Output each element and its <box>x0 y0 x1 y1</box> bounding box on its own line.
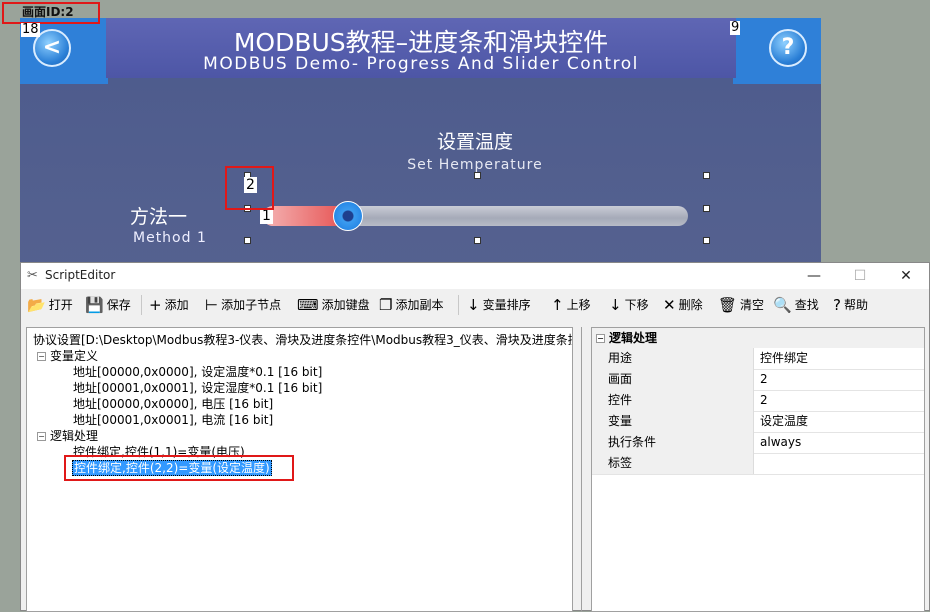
folder-open-icon: 📂 <box>27 296 46 314</box>
screen-id-label: 画面ID:2 <box>2 2 100 24</box>
add-button[interactable]: + 添加 <box>149 295 189 315</box>
collapse-icon[interactable]: − <box>596 334 605 343</box>
trash-icon: 🗑 <box>718 296 738 314</box>
window-title: ScriptEditor <box>45 268 116 282</box>
property-category[interactable]: − 逻辑处理 <box>592 328 924 348</box>
arrow-up-icon: ↑ <box>551 296 564 314</box>
plus-icon: + <box>149 296 162 314</box>
script-editor-window: ✂ ScriptEditor — ☐ ✕ 📂 打开 💾 保存 + 添加 ⊢ 添加子节点 … <box>20 262 930 612</box>
add-keyboard-button[interactable]: ⌨ 添加键盘 <box>297 295 370 315</box>
selection-handle[interactable] <box>474 172 481 179</box>
property-row[interactable]: 控件 2 <box>592 390 924 412</box>
property-row[interactable]: 变量 设定温度 <box>592 411 924 433</box>
add-child-icon: ⊢ <box>205 296 219 314</box>
tree-var-item[interactable]: 地址[00001,0x0001], 电流 [16 bit] <box>73 413 273 428</box>
toolbar-separator <box>141 295 142 315</box>
add-child-node-button[interactable]: ⊢ 添加子节点 <box>205 295 281 315</box>
toolbar-separator <box>458 295 459 315</box>
tools-icon: ✂ <box>27 268 38 283</box>
property-row[interactable]: 用途 控件绑定 <box>592 348 924 370</box>
help-button[interactable]: ? <box>769 29 807 67</box>
minimize-button[interactable]: — <box>791 263 837 289</box>
clear-button[interactable]: 🗑 清空 <box>718 295 764 315</box>
selection-handle[interactable] <box>703 172 710 179</box>
temperature-slider[interactable] <box>263 201 688 231</box>
tree-var-item[interactable]: 地址[00001,0x0001], 设定湿度*0.1 [16 bit] <box>73 381 322 396</box>
toolbar: 📂 打开 💾 保存 + 添加 ⊢ 添加子节点 ⌨ 添加键盘 ❐ 添加副本 ↓ 变量排序 ↑ 上移… <box>21 289 929 319</box>
arrow-down-icon: ↓ <box>609 296 622 314</box>
open-button[interactable]: 📂 打开 <box>27 295 73 315</box>
hmi-title-en: MODBUS Demo- Progress And Slider Control <box>203 54 639 74</box>
move-up-button[interactable]: ↑ 上移 <box>551 295 591 315</box>
selection-handle[interactable] <box>703 237 710 244</box>
copy-icon: ❐ <box>379 296 393 314</box>
method-label-en: Method 1 <box>133 230 207 246</box>
variable-sort-button[interactable]: ↓ 变量排序 <box>467 295 531 315</box>
back-arrow-icon: < <box>42 35 62 60</box>
tree-var-item[interactable]: 地址[00000,0x0000], 设定温度*0.1 [16 bit] <box>73 365 322 380</box>
find-button[interactable]: 🔍 查找 <box>773 295 819 315</box>
property-row[interactable]: 标签 <box>592 453 924 475</box>
method-label-cn: 方法一 <box>130 206 188 228</box>
selection-handle[interactable] <box>474 237 481 244</box>
config-tree[interactable]: 协议设置[D:\Desktop\Modbus教程3-仪表、滑块及进度条控件\Mo… <box>26 327 573 612</box>
highlight-box-selected-item <box>64 455 294 481</box>
property-grid[interactable]: − 逻辑处理 用途 控件绑定 画面 2 控件 2 变量 设定温度 执行条件 always 标… <box>591 327 925 612</box>
add-copy-button[interactable]: ❐ 添加副本 <box>379 295 443 315</box>
set-temperature-label-en: Set Hemperature <box>407 157 543 173</box>
close-button[interactable]: ✕ <box>883 263 929 289</box>
sort-icon: ↓ <box>467 296 480 314</box>
set-temperature-label-cn: 设置温度 <box>436 131 513 153</box>
slider-knob[interactable] <box>333 201 363 231</box>
progress-control-id: 1 <box>260 208 273 224</box>
maximize-button[interactable]: ☐ <box>837 263 883 289</box>
highlight-box-slider-id <box>225 166 274 210</box>
save-icon: 💾 <box>85 296 104 314</box>
move-down-button[interactable]: ↓ 下移 <box>609 295 649 315</box>
tree-group-variables[interactable]: − 变量定义 <box>37 349 98 364</box>
window-titlebar[interactable]: ✂ ScriptEditor — ☐ ✕ <box>21 263 929 289</box>
selection-handle[interactable] <box>244 237 251 244</box>
question-icon: ? <box>833 296 841 314</box>
save-button[interactable]: 💾 保存 <box>85 295 131 315</box>
property-row[interactable]: 画面 2 <box>592 369 924 391</box>
search-icon: 🔍 <box>773 296 792 314</box>
delete-button[interactable]: ✕ 删除 <box>663 295 703 315</box>
tree-group-logic[interactable]: − 逻辑处理 <box>37 429 98 444</box>
corner-number-right: 9 <box>730 20 741 35</box>
selection-handle[interactable] <box>703 205 710 212</box>
corner-number-left: 18 <box>21 22 40 37</box>
pane-splitter[interactable] <box>581 327 582 612</box>
help-toolbar-button[interactable]: ? 帮助 <box>833 295 868 315</box>
keyboard-icon: ⌨ <box>297 296 319 314</box>
tree-var-item[interactable]: 地址[00000,0x0000], 电压 [16 bit] <box>73 397 273 412</box>
delete-x-icon: ✕ <box>663 296 676 314</box>
tree-root[interactable]: 协议设置[D:\Desktop\Modbus教程3-仪表、滑块及进度条控件\Mo… <box>33 333 572 348</box>
collapse-icon[interactable]: − <box>37 432 46 441</box>
help-question-icon: ? <box>781 35 795 60</box>
property-row[interactable]: 执行条件 always <box>592 432 924 454</box>
collapse-icon[interactable]: − <box>37 352 46 361</box>
